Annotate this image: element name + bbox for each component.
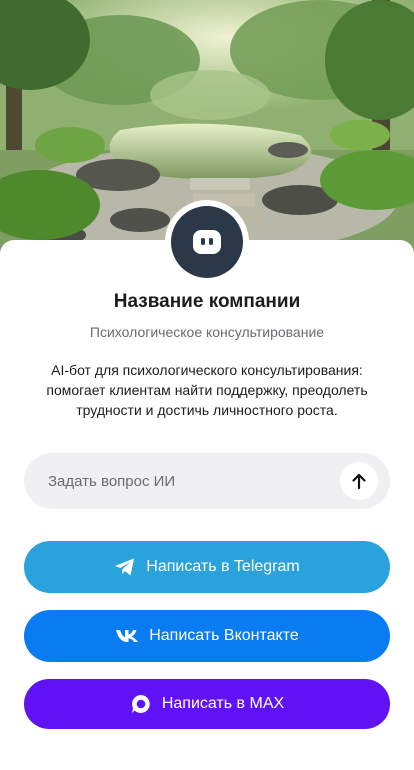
vk-button-label: Написать Вконтакте xyxy=(149,627,299,644)
max-icon xyxy=(130,693,152,715)
telegram-icon xyxy=(114,557,136,577)
ask-ai-input[interactable] xyxy=(24,471,340,491)
avatar-circle xyxy=(171,206,243,278)
telegram-button-label: Написать в Telegram xyxy=(146,558,300,575)
max-button[interactable]: Написать в MAX xyxy=(24,679,390,729)
arrow-up-icon xyxy=(352,473,366,490)
vk-icon xyxy=(115,629,139,643)
avatar xyxy=(165,200,249,284)
vk-button[interactable]: Написать Вконтакте xyxy=(24,610,390,662)
page: Название компании Психологическое консул… xyxy=(0,0,414,770)
bot-icon xyxy=(193,230,221,254)
company-description: AI-бот для психологического консультиров… xyxy=(46,362,368,418)
company-name: Название компании xyxy=(113,291,301,312)
telegram-button[interactable]: Написать в Telegram xyxy=(24,541,390,593)
company-category: Психологическое консультирование xyxy=(89,324,325,340)
max-button-label: Написать в MAX xyxy=(161,695,285,712)
send-button[interactable] xyxy=(340,462,378,500)
ask-ai-field[interactable] xyxy=(24,453,390,509)
